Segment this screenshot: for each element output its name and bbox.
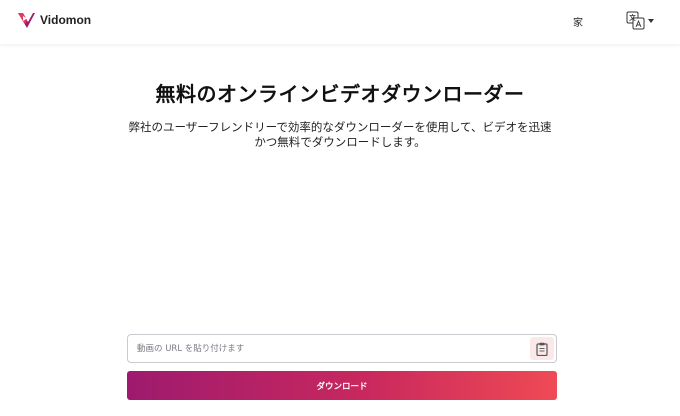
page-title: 無料のオンラインビデオダウンローダー bbox=[155, 82, 525, 106]
header: Vidomon 家 bbox=[0, 0, 680, 44]
nav-home-link[interactable]: 家 bbox=[573, 14, 583, 29]
brand-name: Vidomon bbox=[40, 13, 92, 27]
logo[interactable]: Vidomon bbox=[16, 10, 91, 30]
description-line-1: 弊社のユーザーフレンドリーで効率的なダウンローダーを使用して、ビデオを迅速 bbox=[128, 120, 552, 134]
language-switcher[interactable] bbox=[626, 11, 654, 31]
translate-icon bbox=[626, 11, 645, 30]
video-url-input[interactable] bbox=[128, 335, 526, 362]
description-line-2: かつ無料でダウンロードします。 bbox=[254, 135, 426, 149]
vidomon-logo-icon bbox=[18, 13, 35, 28]
page-description: 弊社のユーザーフレンドリーで効率的なダウンローダーを使用して、ビデオを迅速 かつ… bbox=[110, 120, 570, 150]
clipboard-icon bbox=[536, 342, 548, 356]
url-input-box bbox=[127, 334, 557, 363]
chevron-down-icon bbox=[648, 19, 654, 23]
paste-button[interactable] bbox=[530, 337, 554, 360]
download-button[interactable]: ダウンロード bbox=[127, 371, 557, 400]
